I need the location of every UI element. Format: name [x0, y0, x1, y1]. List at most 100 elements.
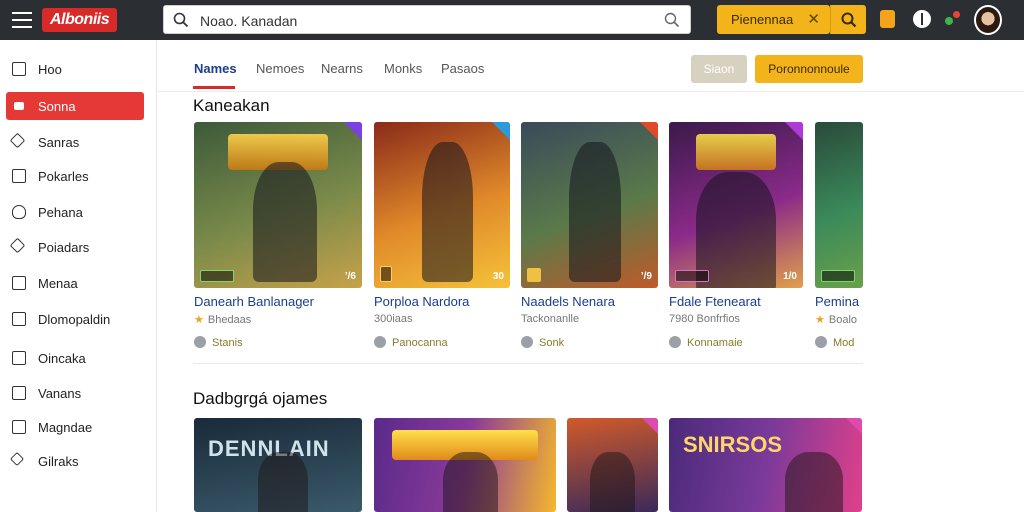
- top-bar: Alboniis Noao. Kanadan Pienennaa ✕: [0, 0, 1024, 40]
- tab-nearns[interactable]: Nearns: [321, 61, 363, 76]
- sidebar-item-label: Vanans: [38, 386, 82, 401]
- section-title: Dadbgrgá ojames: [193, 389, 328, 408]
- game-meta-text: Tackonanlle: [521, 313, 580, 325]
- game-title[interactable]: Pemina: [815, 294, 859, 309]
- upload-icon[interactable]: [913, 10, 931, 28]
- menu-icon[interactable]: [12, 12, 32, 28]
- badge-icon: [640, 122, 658, 140]
- sidebar-item-magndae[interactable]: Magndae: [6, 413, 144, 441]
- sidebar-item-label: Oincaka: [38, 351, 86, 366]
- status-icon: [815, 336, 827, 348]
- game-meta-text: 300iaas: [374, 313, 413, 325]
- game-meta: 300iaas: [374, 313, 413, 325]
- character-art: [568, 142, 621, 282]
- game-title[interactable]: Porploa Nardora: [374, 294, 469, 309]
- sidebar-item-gilraks[interactable]: Gilraks: [6, 447, 144, 475]
- game-thumbnail[interactable]: ’/9: [521, 122, 658, 288]
- star-icon: ★: [194, 314, 204, 326]
- game-meta: Tackonanlle: [521, 313, 579, 325]
- status-icon: [194, 336, 206, 348]
- game-title[interactable]: Fdale Ftenearat: [669, 294, 761, 309]
- sidebar-item-poiadars[interactable]: Poiadars: [6, 233, 144, 261]
- game-thumbnail[interactable]: ’/6: [194, 122, 362, 288]
- tab-bar: Names Nemoes Nearns Monks Pasaos Siaon P…: [157, 40, 1024, 92]
- status-icon: [374, 336, 386, 348]
- sidebar-item-sonna[interactable]: Sonna: [6, 92, 144, 120]
- box-icon: [12, 62, 26, 76]
- box-icon: [12, 420, 26, 434]
- game-meta: ★ Boalo: [815, 313, 857, 326]
- sidebar-item-oincaka[interactable]: Oincaka: [6, 344, 144, 372]
- character-art: [252, 162, 317, 282]
- game-footer-text: Konnamaie: [687, 337, 743, 349]
- sidebar-item-pehana[interactable]: Pehana: [6, 198, 144, 226]
- game-footer-text: Stanis: [212, 337, 243, 349]
- sidebar-item-label: Hoo: [38, 62, 62, 77]
- badge-icon: [344, 122, 362, 140]
- sidebar-item-vanans[interactable]: Vanans: [6, 379, 144, 407]
- edit-icon: [12, 276, 26, 290]
- game-card[interactable]: [374, 418, 556, 512]
- doc-icon: [12, 312, 26, 326]
- tab-pasaos[interactable]: Pasaos: [441, 61, 484, 76]
- game-title[interactable]: Danearh Banlanager: [194, 294, 314, 309]
- section-divider: [193, 363, 863, 364]
- promo-label: Pienennaa: [731, 12, 794, 27]
- rating-badge: 1/0: [783, 271, 797, 282]
- tab-names[interactable]: Names: [194, 61, 237, 76]
- secondary-button[interactable]: Siaon: [691, 55, 747, 83]
- game-thumbnail[interactable]: [815, 122, 863, 288]
- game-card[interactable]: DENNLAIN: [194, 418, 362, 512]
- rating-badge: ’/9: [640, 271, 652, 282]
- platform-icon: [200, 270, 234, 282]
- game-title[interactable]: Naadels Nenara: [521, 294, 615, 309]
- rating-badge: 30: [492, 271, 504, 282]
- game-footer-text: Mod: [833, 337, 855, 349]
- promo-button[interactable]: Pienennaa ✕: [717, 5, 830, 34]
- game-meta-text: 7980 Bonfrfios: [669, 313, 740, 325]
- search-input[interactable]: Noao. Kanadan: [163, 5, 691, 34]
- promo-search-button[interactable]: [830, 5, 866, 34]
- game-footer: Sonk: [521, 336, 564, 349]
- badge-icon: [492, 122, 510, 140]
- sidebar-item-label: Poiadars: [38, 240, 90, 255]
- close-icon[interactable]: ✕: [807, 5, 820, 34]
- character-art: [421, 142, 474, 282]
- bag-icon[interactable]: [880, 10, 895, 28]
- search-submit-icon[interactable]: [664, 12, 680, 28]
- badge-icon: [785, 122, 803, 140]
- game-card[interactable]: Pemina ★ Boalo Mod: [815, 122, 863, 362]
- sidebar-item-dlomopaldin[interactable]: Dlomopaldin: [6, 305, 144, 333]
- game-thumbnail[interactable]: 1/0: [669, 122, 803, 288]
- game-thumbnail[interactable]: 30: [374, 122, 510, 288]
- character-art: [443, 452, 498, 512]
- tab-nemoes[interactable]: Nemoes: [256, 61, 304, 76]
- game-card[interactable]: [567, 418, 658, 512]
- status-icon: [521, 336, 533, 348]
- shield-icon: [12, 205, 26, 219]
- network-icon[interactable]: [944, 10, 962, 28]
- sidebar-item-label: Sanras: [38, 135, 80, 150]
- game-footer: Panocanna: [374, 336, 448, 349]
- avatar[interactable]: [974, 5, 1002, 35]
- sidebar-item-sanras[interactable]: Sanras: [6, 128, 144, 156]
- sidebar-item-menaa[interactable]: Menaa: [6, 269, 144, 297]
- rating-badge: ’/6: [344, 271, 356, 282]
- box-icon: [14, 102, 24, 110]
- game-logo-text: SNIRSOS: [683, 432, 783, 457]
- sidebar-item-pokarles[interactable]: Pokarles: [6, 162, 144, 190]
- search-value: Noao. Kanadan: [200, 13, 298, 29]
- game-footer: Konnamaie: [669, 336, 743, 349]
- sidebar-item-label: Dlomopaldin: [38, 312, 111, 327]
- box-icon: [12, 169, 26, 183]
- edit-icon: [12, 386, 26, 400]
- game-card[interactable]: SNIRSOS: [669, 418, 862, 512]
- platform-icon: [527, 268, 541, 282]
- sidebar-item-hoo[interactable]: Hoo: [6, 55, 144, 83]
- tab-monks[interactable]: Monks: [384, 61, 422, 76]
- badge-icon: [642, 418, 658, 434]
- app-logo[interactable]: Alboniis: [42, 8, 118, 32]
- primary-button[interactable]: Poronnonnoule: [755, 55, 863, 83]
- sidebar-item-label: Pehana: [38, 205, 83, 220]
- game-footer: Mod: [815, 336, 854, 349]
